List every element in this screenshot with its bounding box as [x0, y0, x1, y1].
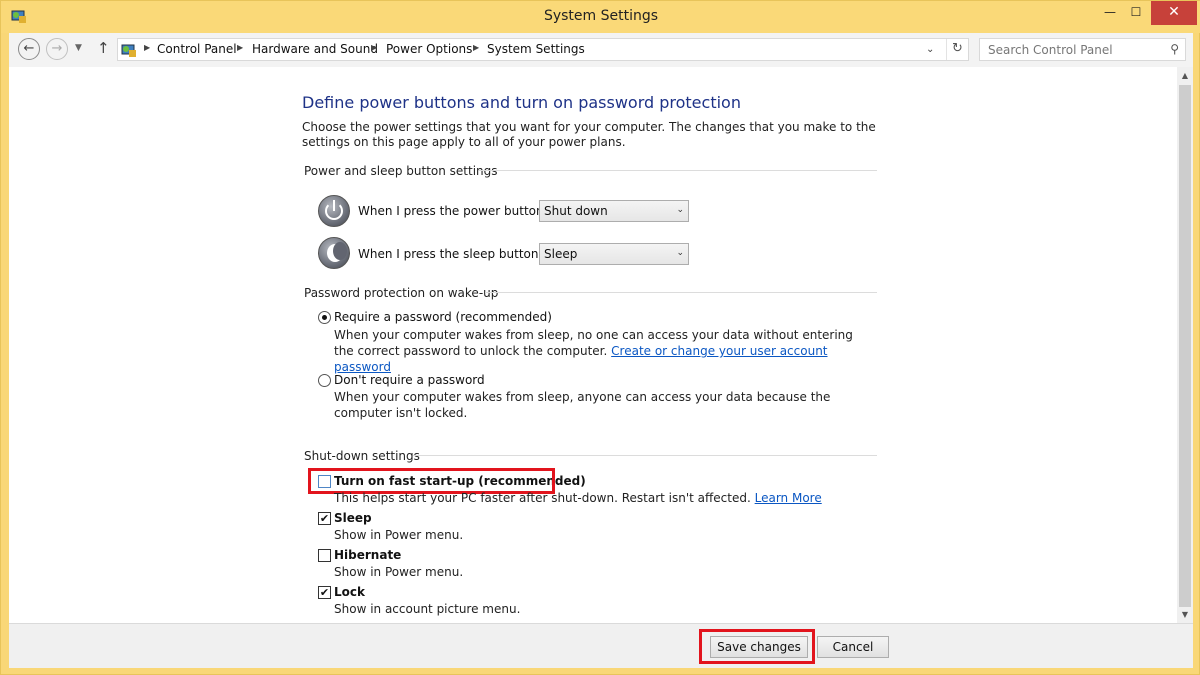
section-divider — [485, 292, 877, 293]
breadcrumb-hardware-and-sound[interactable]: Hardware and Sound — [252, 42, 378, 56]
search-placeholder: Search Control Panel — [988, 43, 1113, 57]
address-dropdown-icon[interactable]: ⌄ — [926, 44, 934, 55]
hibernate-description: Show in Power menu. — [334, 565, 464, 579]
breadcrumb-separator-icon[interactable]: ▶ — [144, 43, 150, 52]
section-divider — [479, 170, 877, 171]
sleep-button-label: When I press the sleep button: — [358, 247, 543, 261]
fast-startup-description: This helps start your PC faster after sh… — [334, 491, 822, 505]
sleep-button-select[interactable]: Sleep ⌄ — [539, 243, 689, 265]
dont-require-password-radio[interactable] — [318, 374, 331, 387]
minimize-button[interactable]: — — [1097, 1, 1123, 25]
require-password-description: When your computer wakes from sleep, no … — [334, 327, 874, 375]
dont-require-password-description: When your computer wakes from sleep, any… — [334, 390, 831, 420]
chevron-down-icon: ⌄ — [676, 248, 684, 258]
breadcrumb-control-panel[interactable]: Control Panel — [157, 42, 237, 56]
fast-startup-desc-text: This helps start your PC faster after sh… — [334, 491, 751, 505]
forward-button[interactable]: → — [46, 38, 68, 60]
page-description: Choose the power settings that you want … — [302, 120, 876, 149]
chevron-down-icon: ⌄ — [676, 205, 684, 215]
page-title: Define power buttons and turn on passwor… — [302, 93, 741, 112]
system-settings-window: System Settings — ☐ ✕ ← → ▼ ↑ ▶ Control … — [0, 0, 1200, 675]
sleep-checkbox[interactable]: ✔ — [318, 512, 331, 525]
breadcrumb-separator-icon[interactable]: ▶ — [237, 43, 243, 52]
footer-bar: Save changes Cancel — [9, 623, 1193, 668]
close-button[interactable]: ✕ — [1151, 1, 1197, 25]
shutdown-heading: Shut-down settings — [304, 449, 420, 463]
sleep-description: Show in Power menu. — [334, 528, 464, 542]
window-title: System Settings — [543, 8, 659, 24]
back-button[interactable]: ← — [18, 38, 40, 60]
cancel-button[interactable]: Cancel — [817, 636, 889, 658]
navigation-bar: ← → ▼ ↑ ▶ Control Panel ▶ Hardware and S… — [9, 33, 1193, 67]
breadcrumb-system-settings[interactable]: System Settings — [487, 42, 585, 56]
maximize-button[interactable]: ☐ — [1123, 1, 1149, 25]
power-sleep-heading: Power and sleep button settings — [304, 164, 498, 178]
sleep-button-value: Sleep — [544, 247, 578, 261]
main-content: Define power buttons and turn on passwor… — [9, 67, 1177, 623]
sleep-label[interactable]: Sleep — [334, 511, 372, 525]
password-heading: Password protection on wake-up — [304, 286, 499, 300]
learn-more-link[interactable]: Learn More — [755, 491, 822, 505]
require-password-label[interactable]: Require a password (recommended) — [334, 310, 552, 324]
lock-description: Show in account picture menu. — [334, 602, 521, 616]
scroll-up-icon[interactable]: ▲ — [1177, 71, 1193, 80]
breadcrumb-power-options[interactable]: Power Options — [386, 42, 472, 56]
lock-checkbox[interactable]: ✔ — [318, 586, 331, 599]
power-button-select[interactable]: Shut down ⌄ — [539, 200, 689, 222]
up-button[interactable]: ↑ — [97, 39, 110, 57]
lock-label[interactable]: Lock — [334, 585, 365, 599]
hibernate-label[interactable]: Hibernate — [334, 548, 401, 562]
sleep-button-icon — [318, 237, 350, 269]
power-button-label: When I press the power button: — [358, 204, 548, 218]
power-button-icon — [318, 195, 350, 227]
breadcrumb-separator-icon[interactable]: ▶ — [473, 43, 479, 52]
refresh-button[interactable]: ↻ — [946, 39, 968, 60]
recent-locations-dropdown[interactable]: ▼ — [75, 43, 82, 53]
dont-require-password-label[interactable]: Don't require a password — [334, 373, 485, 387]
control-panel-icon — [121, 44, 136, 57]
scroll-down-icon[interactable]: ▼ — [1177, 610, 1193, 619]
breadcrumb-separator-icon[interactable]: ▶ — [371, 43, 377, 52]
scrollbar-thumb[interactable] — [1179, 85, 1191, 607]
title-bar: System Settings — ☐ ✕ — [1, 1, 1200, 33]
search-box[interactable]: Search Control Panel ⚲ — [979, 38, 1186, 61]
search-icon[interactable]: ⚲ — [1170, 42, 1179, 56]
hibernate-checkbox[interactable] — [318, 549, 331, 562]
save-button-highlight — [699, 629, 815, 664]
require-password-radio[interactable] — [318, 311, 331, 324]
section-divider — [413, 455, 877, 456]
power-button-value: Shut down — [544, 204, 608, 218]
address-bar[interactable]: ▶ Control Panel ▶ Hardware and Sound ▶ P… — [117, 38, 969, 61]
vertical-scrollbar[interactable]: ▲ ▼ — [1177, 67, 1193, 623]
